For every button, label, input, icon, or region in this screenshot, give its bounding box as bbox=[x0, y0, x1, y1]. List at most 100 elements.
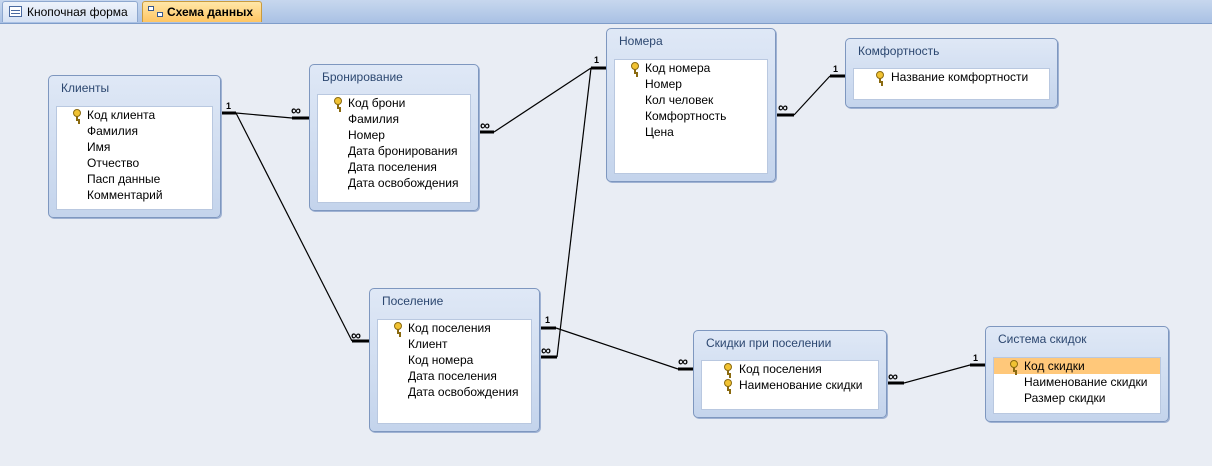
field-label: Дата освобождения bbox=[348, 176, 459, 190]
field-label: Код поселения bbox=[739, 362, 822, 376]
table-settlement[interactable]: Поселение Код поселения Клиент Код номер… bbox=[369, 288, 540, 432]
field-item[interactable]: Размер скидки bbox=[994, 390, 1160, 406]
field-item[interactable]: Наименование скидки bbox=[702, 377, 878, 393]
field-label: Дата поселения bbox=[348, 160, 437, 174]
cardinality-many: ∞ bbox=[480, 117, 490, 133]
table-title[interactable]: Бронирование bbox=[310, 65, 478, 87]
cardinality-one: 1 bbox=[833, 64, 838, 74]
table-title[interactable]: Номера bbox=[607, 29, 775, 51]
table-booking[interactable]: Бронирование Код брони Фамилия Номер Дат… bbox=[309, 64, 479, 211]
field-list[interactable]: Код номера Номер Кол человек Комфортност… bbox=[614, 59, 768, 174]
field-item[interactable]: Код номера bbox=[378, 352, 531, 368]
table-title[interactable]: Комфортность bbox=[846, 39, 1057, 61]
relationship-line bbox=[235, 112, 293, 119]
field-item[interactable]: Наименование скидки bbox=[994, 374, 1160, 390]
field-label: Размер скидки bbox=[1024, 391, 1106, 405]
field-label: Дата бронирования bbox=[348, 144, 458, 158]
table-clients[interactable]: Клиенты Код клиента Фамилия Имя Отчество… bbox=[48, 75, 221, 218]
field-list[interactable]: Код поселения Клиент Код номера Дата пос… bbox=[377, 319, 532, 424]
field-item[interactable]: Название комфортности bbox=[854, 69, 1049, 85]
field-label: Наименование скидки bbox=[1024, 375, 1148, 389]
field-item[interactable]: Отчество bbox=[57, 155, 212, 171]
field-label: Код номера bbox=[408, 353, 474, 367]
cardinality-many: ∞ bbox=[541, 342, 551, 358]
table-discount-system[interactable]: Система скидок Код скидки Наименование с… bbox=[985, 326, 1169, 422]
field-item[interactable]: Цена bbox=[615, 124, 767, 140]
field-item[interactable]: Дата поселения bbox=[318, 159, 470, 175]
field-label: Пасп данные bbox=[87, 172, 161, 186]
field-item[interactable]: Фамилия bbox=[57, 123, 212, 139]
table-settlement-discounts[interactable]: Скидки при поселении Код поселения Наиме… bbox=[693, 330, 887, 418]
relationship-line bbox=[556, 67, 592, 358]
field-label: Кол человек bbox=[645, 93, 714, 107]
field-item[interactable]: Номер bbox=[318, 127, 470, 143]
table-comfort[interactable]: Комфортность Название комфортности bbox=[845, 38, 1058, 108]
table-title[interactable]: Система скидок bbox=[986, 327, 1168, 349]
primary-key-icon bbox=[1010, 360, 1018, 372]
cardinality-many: ∞ bbox=[888, 368, 898, 384]
relationship-line bbox=[903, 364, 971, 384]
field-label: Имя bbox=[87, 140, 111, 154]
primary-key-icon bbox=[724, 379, 732, 391]
field-label: Номер bbox=[645, 77, 682, 91]
cardinality-one: 1 bbox=[594, 55, 599, 65]
field-item[interactable]: Пасп данные bbox=[57, 171, 212, 187]
field-item[interactable]: Код клиента bbox=[57, 107, 212, 123]
table-title[interactable]: Поселение bbox=[370, 289, 539, 311]
field-label: Комфортность bbox=[645, 109, 727, 123]
field-label: Отчество bbox=[87, 156, 140, 170]
field-label: Фамилия bbox=[87, 124, 138, 138]
field-list[interactable]: Код поселения Наименование скидки bbox=[701, 360, 879, 410]
field-list[interactable]: Код брони Фамилия Номер Дата бронировани… bbox=[317, 94, 471, 203]
field-label: Код клиента bbox=[87, 108, 156, 122]
field-item[interactable]: Код номера bbox=[615, 60, 767, 76]
field-item[interactable]: Комментарий bbox=[57, 187, 212, 203]
field-item[interactable]: Фамилия bbox=[318, 111, 470, 127]
field-item[interactable]: Кол человек bbox=[615, 92, 767, 108]
field-item[interactable]: Код поселения bbox=[378, 320, 531, 336]
field-item[interactable]: Дата бронирования bbox=[318, 143, 470, 159]
table-rooms[interactable]: Номера Код номера Номер Кол человек Комф… bbox=[606, 28, 776, 182]
field-label: Код скидки bbox=[1024, 359, 1085, 373]
field-item[interactable]: Комфортность bbox=[615, 108, 767, 124]
primary-key-icon bbox=[724, 363, 732, 375]
cardinality-many: ∞ bbox=[291, 102, 301, 118]
cardinality-many: ∞ bbox=[351, 327, 361, 343]
field-item-selected[interactable]: Код скидки bbox=[994, 358, 1160, 374]
cardinality-many: ∞ bbox=[778, 99, 788, 115]
primary-key-icon bbox=[334, 97, 342, 109]
field-label: Комментарий bbox=[87, 188, 163, 202]
field-item[interactable]: Код поселения bbox=[702, 361, 878, 377]
field-label: Дата освобождения bbox=[408, 385, 519, 399]
field-list[interactable]: Название комфортности bbox=[853, 68, 1050, 100]
cardinality-one: 1 bbox=[226, 101, 231, 111]
field-item[interactable]: Код брони bbox=[318, 95, 470, 111]
field-label: Номер bbox=[348, 128, 385, 142]
field-label: Название комфортности bbox=[891, 70, 1029, 84]
field-label: Код номера bbox=[645, 61, 711, 75]
field-label: Клиент bbox=[408, 337, 448, 351]
field-item[interactable]: Номер bbox=[615, 76, 767, 92]
field-list[interactable]: Код клиента Фамилия Имя Отчество Пасп да… bbox=[56, 106, 213, 210]
field-item[interactable]: Дата поселения bbox=[378, 368, 531, 384]
cardinality-many: ∞ bbox=[678, 353, 688, 369]
relationship-line bbox=[555, 327, 679, 370]
field-label: Наименование скидки bbox=[739, 378, 863, 392]
field-item[interactable]: Имя bbox=[57, 139, 212, 155]
field-item[interactable]: Клиент bbox=[378, 336, 531, 352]
relationship-line bbox=[493, 67, 592, 133]
field-label: Код поселения bbox=[408, 321, 491, 335]
table-title[interactable]: Клиенты bbox=[49, 76, 220, 98]
primary-key-icon bbox=[631, 62, 639, 74]
field-label: Код брони bbox=[348, 96, 406, 110]
primary-key-icon bbox=[73, 109, 81, 121]
field-label: Фамилия bbox=[348, 112, 399, 126]
primary-key-icon bbox=[876, 71, 884, 83]
field-item[interactable]: Дата освобождения bbox=[378, 384, 531, 400]
field-item[interactable]: Дата освобождения bbox=[318, 175, 470, 191]
table-title[interactable]: Скидки при поселении bbox=[694, 331, 886, 353]
primary-key-icon bbox=[394, 322, 402, 334]
field-list[interactable]: Код скидки Наименование скидки Размер ск… bbox=[993, 357, 1161, 414]
field-label: Цена bbox=[645, 125, 674, 139]
cardinality-one: 1 bbox=[545, 315, 550, 325]
